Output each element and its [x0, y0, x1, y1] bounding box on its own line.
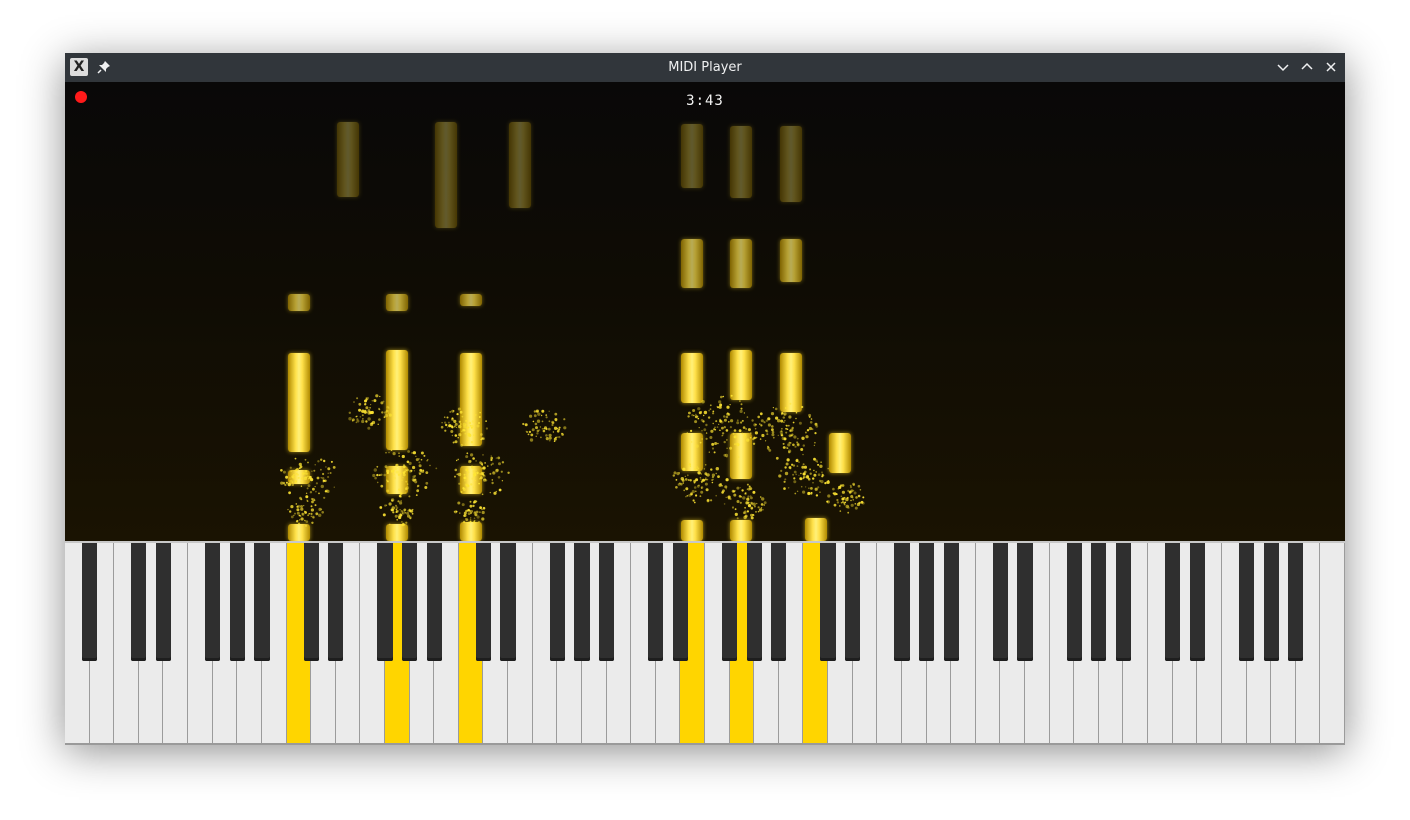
falling-note: [288, 470, 310, 484]
black-key[interactable]: [1288, 543, 1304, 661]
black-key[interactable]: [131, 543, 147, 661]
black-key[interactable]: [771, 543, 787, 661]
close-button[interactable]: [1323, 59, 1339, 75]
falling-note: [681, 124, 703, 188]
falling-note: [460, 353, 482, 446]
falling-note: [681, 239, 703, 288]
falling-note: [460, 466, 482, 494]
black-key[interactable]: [229, 543, 245, 661]
note-roll: 3:43: [65, 82, 1345, 541]
maximize-button[interactable]: [1299, 59, 1315, 75]
black-key[interactable]: [328, 543, 344, 661]
black-key[interactable]: [81, 543, 98, 661]
falling-note: [730, 350, 752, 400]
black-key[interactable]: [1165, 543, 1181, 661]
black-key[interactable]: [1017, 543, 1033, 661]
black-key[interactable]: [254, 543, 270, 661]
falling-note: [288, 353, 310, 452]
falling-note: [780, 353, 802, 412]
black-key[interactable]: [205, 543, 221, 661]
falling-note: [435, 122, 457, 228]
falling-note: [288, 524, 310, 541]
black-key[interactable]: [746, 543, 762, 661]
black-key[interactable]: [574, 543, 590, 661]
black-key[interactable]: [303, 543, 319, 661]
playback-time: 3:43: [686, 93, 724, 109]
falling-note: [460, 294, 482, 306]
title-bar[interactable]: X MIDI Player: [65, 53, 1345, 82]
falling-note: [386, 524, 408, 541]
falling-note: [805, 518, 827, 541]
falling-note: [386, 466, 408, 494]
black-key[interactable]: [401, 543, 418, 661]
minimize-button[interactable]: [1275, 59, 1291, 75]
particle-effects: [280, 394, 865, 527]
close-icon: [1326, 62, 1336, 72]
black-key[interactable]: [1066, 543, 1082, 661]
window-title: MIDI Player: [668, 60, 742, 75]
falling-note: [730, 433, 752, 479]
black-key[interactable]: [672, 543, 688, 661]
falling-note: [730, 126, 752, 198]
falling-note: [386, 294, 408, 311]
piano-keyboard[interactable]: [65, 541, 1345, 745]
black-key[interactable]: [1091, 543, 1107, 661]
black-key[interactable]: [155, 543, 172, 661]
black-key[interactable]: [1238, 543, 1255, 661]
black-key[interactable]: [426, 543, 442, 661]
black-key[interactable]: [377, 543, 393, 661]
black-key[interactable]: [1189, 543, 1205, 661]
black-key[interactable]: [500, 543, 516, 661]
black-key[interactable]: [894, 543, 910, 661]
black-key[interactable]: [1263, 543, 1279, 661]
falling-note: [780, 126, 802, 202]
falling-note: [460, 522, 482, 541]
falling-note: [780, 239, 802, 282]
falling-note: [681, 520, 703, 541]
black-key[interactable]: [820, 543, 836, 661]
black-key[interactable]: [918, 543, 935, 661]
minimize-icon: [1277, 64, 1289, 72]
falling-note: [337, 122, 359, 197]
black-key[interactable]: [648, 543, 664, 661]
maximize-icon: [1301, 62, 1313, 70]
midi-player-window: X MIDI Player 3:43: [65, 53, 1345, 745]
falling-note: [288, 294, 310, 311]
falling-note: [509, 122, 531, 208]
falling-note: [829, 433, 851, 473]
black-key[interactable]: [475, 543, 492, 661]
black-key[interactable]: [992, 543, 1008, 661]
white-key[interactable]: [1320, 543, 1345, 743]
black-key[interactable]: [943, 543, 959, 661]
falling-note: [730, 520, 752, 541]
black-key[interactable]: [845, 543, 861, 661]
falling-note: [386, 350, 408, 450]
black-key[interactable]: [1115, 543, 1132, 661]
black-key[interactable]: [721, 543, 738, 661]
falling-note: [681, 353, 703, 403]
falling-note: [730, 239, 752, 288]
falling-note: [681, 433, 703, 471]
black-key[interactable]: [598, 543, 615, 661]
black-key[interactable]: [549, 543, 565, 661]
